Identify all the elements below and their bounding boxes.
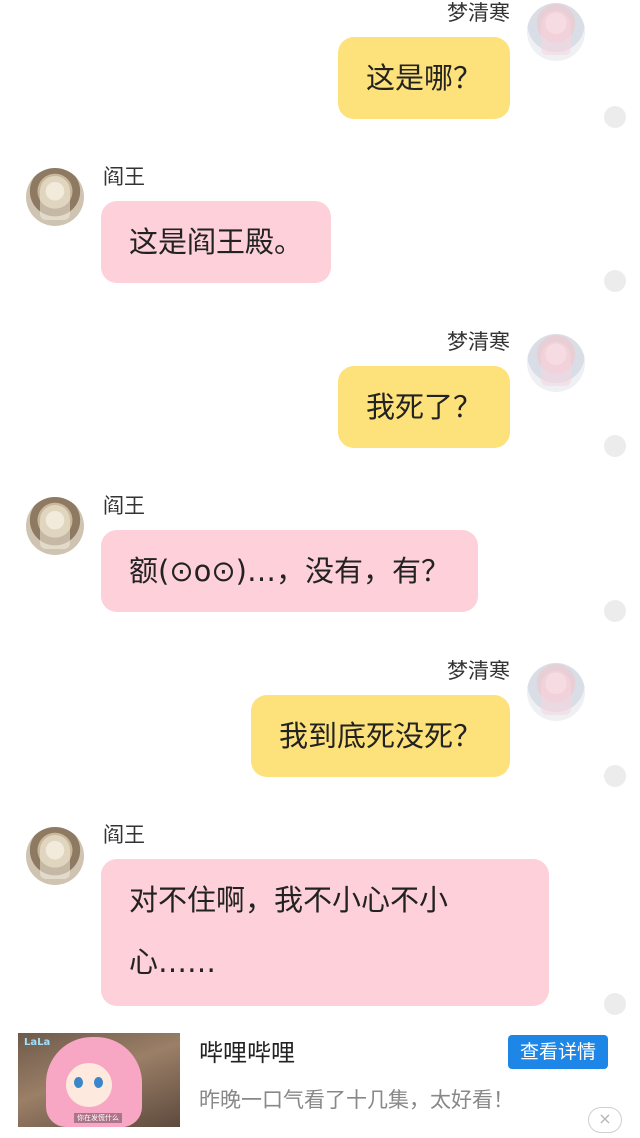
- contact-avatar[interactable]: [26, 827, 84, 885]
- ad-thumbnail-logo: LaLa: [24, 1037, 51, 1048]
- avatar-image: [541, 671, 571, 715]
- ad-thumbnail-caption: 你在发慌什么: [74, 1113, 122, 1123]
- ad-description: 昨晚一口气看了十几集，太好看！: [199, 1088, 514, 1112]
- sender-name: 阎王: [103, 823, 145, 847]
- avatar-image: [541, 342, 571, 386]
- close-icon[interactable]: ×: [588, 1107, 622, 1133]
- sender-name: 梦清寒: [447, 659, 510, 683]
- eye-shape: [74, 1077, 83, 1088]
- message-bubble-incoming[interactable]: 这是阎王殿。: [101, 201, 332, 283]
- ad-thumbnail-face: [66, 1063, 112, 1107]
- user-avatar[interactable]: [527, 663, 585, 721]
- ad-title[interactable]: 哔哩哔哩: [199, 1038, 295, 1068]
- message-bubble-incoming[interactable]: 额(⊙o⊙)…，没有，有？: [101, 530, 478, 612]
- ad-banner[interactable]: LaLa 你在发慌什么 哔哩哔哩 昨晚一口气看了十几集，太好看！ 查看详情 ×: [0, 1020, 640, 1138]
- message-bubble-outgoing[interactable]: 我死了？: [337, 366, 510, 448]
- message-bubble-outgoing[interactable]: 这是哪？: [337, 37, 510, 119]
- read-status-dot: [604, 435, 626, 457]
- message-bubble-outgoing[interactable]: 我到底死没死？: [250, 695, 510, 777]
- avatar-image: [40, 176, 70, 220]
- avatar-image: [40, 835, 70, 879]
- avatar-image: [541, 11, 571, 55]
- ad-thumbnail[interactable]: LaLa 你在发慌什么: [18, 1033, 180, 1127]
- contact-avatar[interactable]: [26, 497, 84, 555]
- user-avatar[interactable]: [527, 334, 585, 392]
- read-status-dot: [604, 600, 626, 622]
- read-status-dot: [604, 765, 626, 787]
- view-details-button[interactable]: 查看详情: [508, 1035, 608, 1069]
- read-status-dot: [604, 993, 626, 1015]
- sender-name: 阎王: [103, 165, 145, 189]
- sender-name: 阎王: [103, 494, 145, 518]
- avatar-image: [40, 505, 70, 549]
- message-bubble-incoming[interactable]: 对不住啊，我不小心不小心……: [101, 859, 549, 1006]
- read-status-dot: [604, 270, 626, 292]
- eye-shape: [94, 1077, 103, 1088]
- sender-name: 梦清寒: [447, 330, 510, 354]
- sender-name: 梦清寒: [447, 1, 510, 25]
- read-status-dot: [604, 106, 626, 128]
- contact-avatar[interactable]: [26, 168, 84, 226]
- user-avatar[interactable]: [527, 3, 585, 61]
